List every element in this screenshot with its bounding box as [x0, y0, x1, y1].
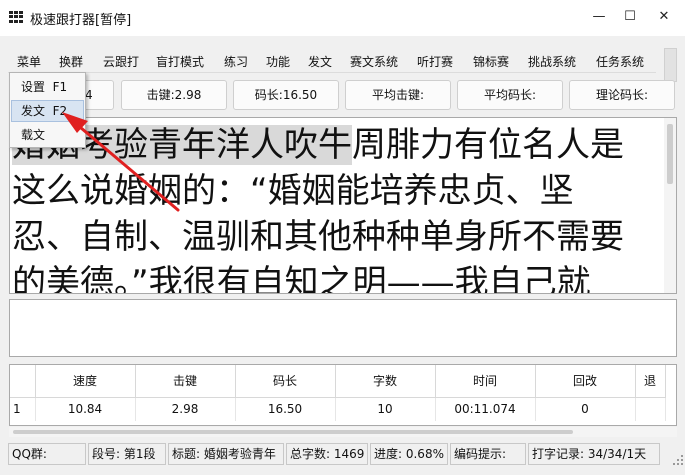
cell-corrections: 0: [535, 397, 636, 421]
close-button[interactable]: ✕: [650, 6, 678, 28]
menu-practice[interactable]: 练习: [224, 53, 248, 70]
cell-index: 1: [10, 397, 36, 421]
status-total-chars: 总字数: 1469: [286, 443, 368, 465]
status-bar: QQ群: 段号: 第1段 标题: 婚姻考验青年 总字数: 1469 进度: 0.…: [0, 443, 685, 467]
maximize-button[interactable]: ☐: [616, 6, 644, 28]
menu-item-load-text-label: 载文: [21, 128, 46, 142]
window-title: 极速跟打器[暂停]: [30, 13, 132, 28]
cell-backspace: [635, 397, 666, 421]
table-horizontal-scrollbar[interactable]: [9, 427, 677, 437]
status-typing-record: 打字记录: 34/34/1天: [528, 443, 660, 465]
resize-grip-icon[interactable]: [673, 455, 683, 465]
menu-item-send-text-label: 发文: [21, 104, 46, 118]
keystroke-button[interactable]: 击键:2.98: [121, 80, 227, 110]
text-line-3: 忍、自制、温驯和其他种种单身所不需要: [12, 217, 624, 257]
column-header-corrections[interactable]: 回改: [535, 365, 636, 398]
status-coding-hint: 编码提示:: [450, 443, 526, 465]
menu-item-send-text-shortcut: F2: [52, 104, 68, 118]
column-header-speed[interactable]: 速度: [35, 365, 136, 398]
cell-time: 00:11.074: [435, 397, 536, 421]
avg-keystroke-button[interactable]: 平均击键:: [345, 80, 451, 110]
menu-championship[interactable]: 锦标赛: [473, 53, 509, 70]
text-scrollbar[interactable]: [664, 118, 676, 293]
column-header-time[interactable]: 时间: [435, 365, 536, 398]
menu-cloud-follow[interactable]: 云跟打: [103, 53, 139, 70]
column-header-index: [10, 365, 36, 398]
title-bar: 极速跟打器[暂停] — ☐ ✕: [0, 0, 685, 36]
table-header-row: 速度 击键 码长 字数 时间 回改 退: [10, 365, 666, 398]
menu-item-settings-shortcut: F1: [52, 80, 68, 94]
cell-speed: 10.84: [35, 397, 136, 421]
cell-char-count: 10: [335, 397, 436, 421]
menu-send-text[interactable]: 发文: [308, 53, 332, 70]
avg-code-length-button[interactable]: 平均码长:: [457, 80, 563, 110]
menu-item-load-text[interactable]: 载文: [11, 124, 84, 146]
menu-divider: [8, 72, 656, 73]
menu-item-settings-label: 设置: [21, 80, 46, 94]
column-header-code-length[interactable]: 码长: [235, 365, 336, 398]
status-title: 标题: 婚姻考验青年: [168, 443, 284, 465]
main-menu-dropdown: 设置 F1 发文 F2 载文: [9, 72, 86, 148]
records-table: 速度 击键 码长 字数 时间 回改 退 1 10.84 2.98 16.50 1…: [9, 364, 677, 426]
side-panel-toggle[interactable]: [664, 48, 677, 82]
column-header-char-count[interactable]: 字数: [335, 365, 436, 398]
cell-keystroke: 2.98: [135, 397, 236, 421]
menu-task-system[interactable]: 任务系统: [596, 53, 644, 70]
source-text: 婚姻考验青年洋人吹牛周腓力有位名人是 这么说婚姻的：“婚姻能培养忠贞、坚 忍、自…: [12, 122, 652, 294]
menu-race-text-system[interactable]: 赛文系统: [350, 53, 398, 70]
menu-functions[interactable]: 功能: [266, 53, 290, 70]
status-progress: 进度: 0.68%: [370, 443, 448, 465]
menu-challenge-system[interactable]: 挑战系统: [528, 53, 576, 70]
text-line-2: 这么说婚姻的：“婚姻能培养忠贞、坚: [12, 171, 574, 211]
menu-main[interactable]: 菜单: [17, 53, 41, 70]
status-segment: 段号: 第1段: [88, 443, 166, 465]
menu-item-settings[interactable]: 设置 F1: [11, 76, 84, 98]
source-text-display[interactable]: 婚姻考验青年洋人吹牛周腓力有位名人是 这么说婚姻的：“婚姻能培养忠贞、坚 忍、自…: [9, 117, 677, 294]
theory-code-length-button[interactable]: 理论码长:: [569, 80, 675, 110]
menu-bar: 菜单 换群 云跟打 盲打模式 练习 功能 发文 赛文系统 听打赛 锦标赛 挑战系…: [0, 50, 685, 72]
text-line-1: 周腓力有位名人是: [352, 125, 624, 165]
menu-blind-mode[interactable]: 盲打模式: [156, 53, 204, 70]
column-header-keystroke[interactable]: 击键: [135, 365, 236, 398]
column-header-backspace[interactable]: 退: [635, 365, 666, 398]
menu-switch-group[interactable]: 换群: [59, 53, 83, 70]
code-length-button[interactable]: 码长:16.50: [233, 80, 339, 110]
table-row[interactable]: 1 10.84 2.98 16.50 10 00:11.074 0: [10, 397, 666, 421]
menu-listen-race[interactable]: 听打赛: [417, 53, 453, 70]
app-grid-icon: [9, 11, 23, 23]
minimize-button[interactable]: —: [585, 6, 613, 28]
menu-item-send-text[interactable]: 发文 F2: [11, 100, 84, 122]
typing-input[interactable]: [9, 299, 677, 357]
status-qq-group: QQ群:: [8, 443, 86, 465]
text-line-4: 的美德。”我很有自知之明——我自己就: [12, 263, 591, 294]
cell-code-length: 16.50: [235, 397, 336, 421]
